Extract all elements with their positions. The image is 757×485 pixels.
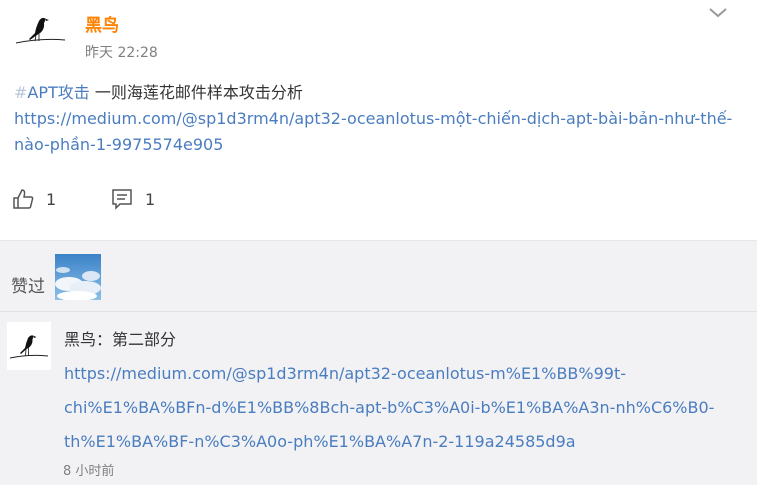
bird-logo xyxy=(7,322,51,370)
post-link[interactable]: https://medium.com/@sp1d3rm4n/apt32-ocea… xyxy=(14,109,732,154)
panel-divider xyxy=(0,311,757,312)
comment-link-line[interactable]: chi%E1%BA%BFn-d%E1%BB%8Bch-apt-b%C3%A0i-… xyxy=(64,391,744,425)
comment-body: 黑鸟：第二部分 https://medium.com/@sp1d3rm4n/ap… xyxy=(64,323,744,459)
like-button[interactable]: 1 xyxy=(12,186,56,212)
comment-count: 1 xyxy=(145,189,156,209)
bird-logo xyxy=(15,17,66,44)
comment-link-line[interactable]: th%E1%BA%BF-n%C3%A0o-ph%E1%BA%A7n-2-119a… xyxy=(64,425,744,459)
topic-hash-icon: # xyxy=(14,83,28,102)
liker-avatar[interactable] xyxy=(55,254,101,300)
avatar[interactable] xyxy=(11,12,69,48)
post-text: #APT攻击 一则海莲花邮件样本攻击分析 https://medium.com/… xyxy=(14,80,734,158)
comment-author: 黑鸟：第二部分 xyxy=(64,330,177,349)
topic-label: APT攻击 xyxy=(27,83,90,102)
post-card: 黑鸟 昨天 22:28 #APT攻击 一则海莲花邮件样本攻击分析 https:/… xyxy=(0,0,757,240)
topic-link[interactable]: #APT攻击 xyxy=(14,83,90,102)
interaction-panel: 赞过 黑鸟：第二部分 https://medium.com/@sp1d3rm4n… xyxy=(0,241,757,485)
comment-button[interactable]: 1 xyxy=(111,186,155,212)
comment-time: 8 小时前 xyxy=(63,464,115,479)
post-time: 昨天 22:28 xyxy=(85,45,158,61)
thumbs-up-icon xyxy=(13,189,34,209)
comment-link-line[interactable]: https://medium.com/@sp1d3rm4n/apt32-ocea… xyxy=(64,357,744,391)
likers-label: 赞过 xyxy=(11,277,45,297)
comment-avatar[interactable] xyxy=(7,322,51,370)
chevron-down-icon[interactable] xyxy=(707,3,729,21)
post-title: 一则海莲花邮件样本攻击分析 xyxy=(94,83,303,102)
comment-icon xyxy=(112,189,132,210)
like-count: 1 xyxy=(46,189,57,209)
username[interactable]: 黑鸟 xyxy=(85,11,119,36)
